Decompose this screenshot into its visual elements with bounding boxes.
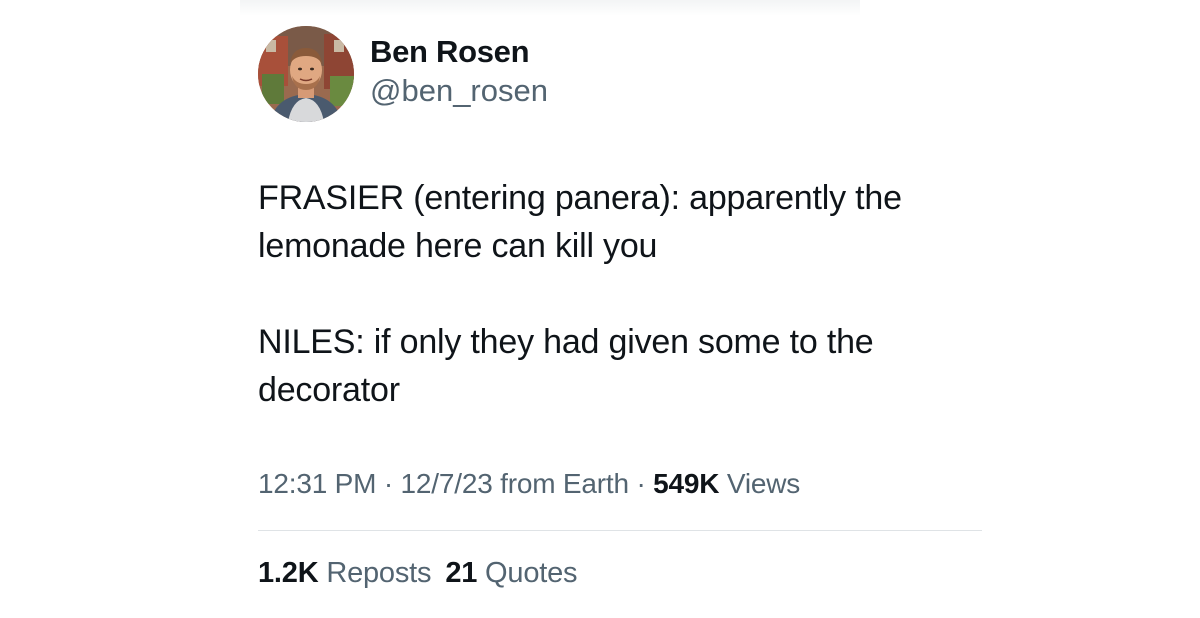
quotes-count: 21 [445, 557, 478, 589]
quotes-label: Quotes [477, 557, 578, 589]
reposts-link[interactable]: 1.2K Reposts [258, 557, 432, 589]
tweet-meta: 12:31 PM · 12/7/23 from Earth · 549K Vie… [258, 466, 982, 502]
meta-separator: · [628, 468, 654, 499]
avatar[interactable] [258, 26, 354, 122]
author-names: Ben Rosen @ben_rosen [370, 33, 548, 111]
quotes-link[interactable]: 21 Quotes [445, 557, 577, 589]
author-handle[interactable]: @ben_rosen [370, 71, 548, 111]
author-display-name[interactable]: Ben Rosen [370, 33, 548, 71]
tweet-time[interactable]: 12:31 PM [258, 468, 376, 499]
tweet-paragraph: NILES: if only they had given some to th… [258, 323, 874, 409]
tweet-text: FRASIER (entering panera): apparently th… [258, 174, 982, 414]
divider [258, 530, 982, 531]
tweet-date[interactable]: 12/7/23 [401, 468, 493, 499]
reposts-label: Reposts [318, 557, 432, 589]
tweet-paragraph: FRASIER (entering panera): apparently th… [258, 179, 902, 265]
meta-separator: · [376, 468, 401, 499]
tweet-source: from Earth [492, 468, 629, 499]
views-label[interactable]: Views [719, 468, 800, 499]
top-edge-shadow [240, 0, 860, 16]
avatar-photo-icon [258, 26, 354, 122]
views-count[interactable]: 549K [653, 468, 719, 499]
tweet-header: Ben Rosen @ben_rosen [258, 26, 982, 122]
tweet-card: Ben Rosen @ben_rosen FRASIER (entering p… [258, 26, 982, 591]
reposts-count: 1.2K [258, 557, 319, 589]
tweet-stats: 1.2K Reposts 21 Quotes [258, 555, 982, 591]
